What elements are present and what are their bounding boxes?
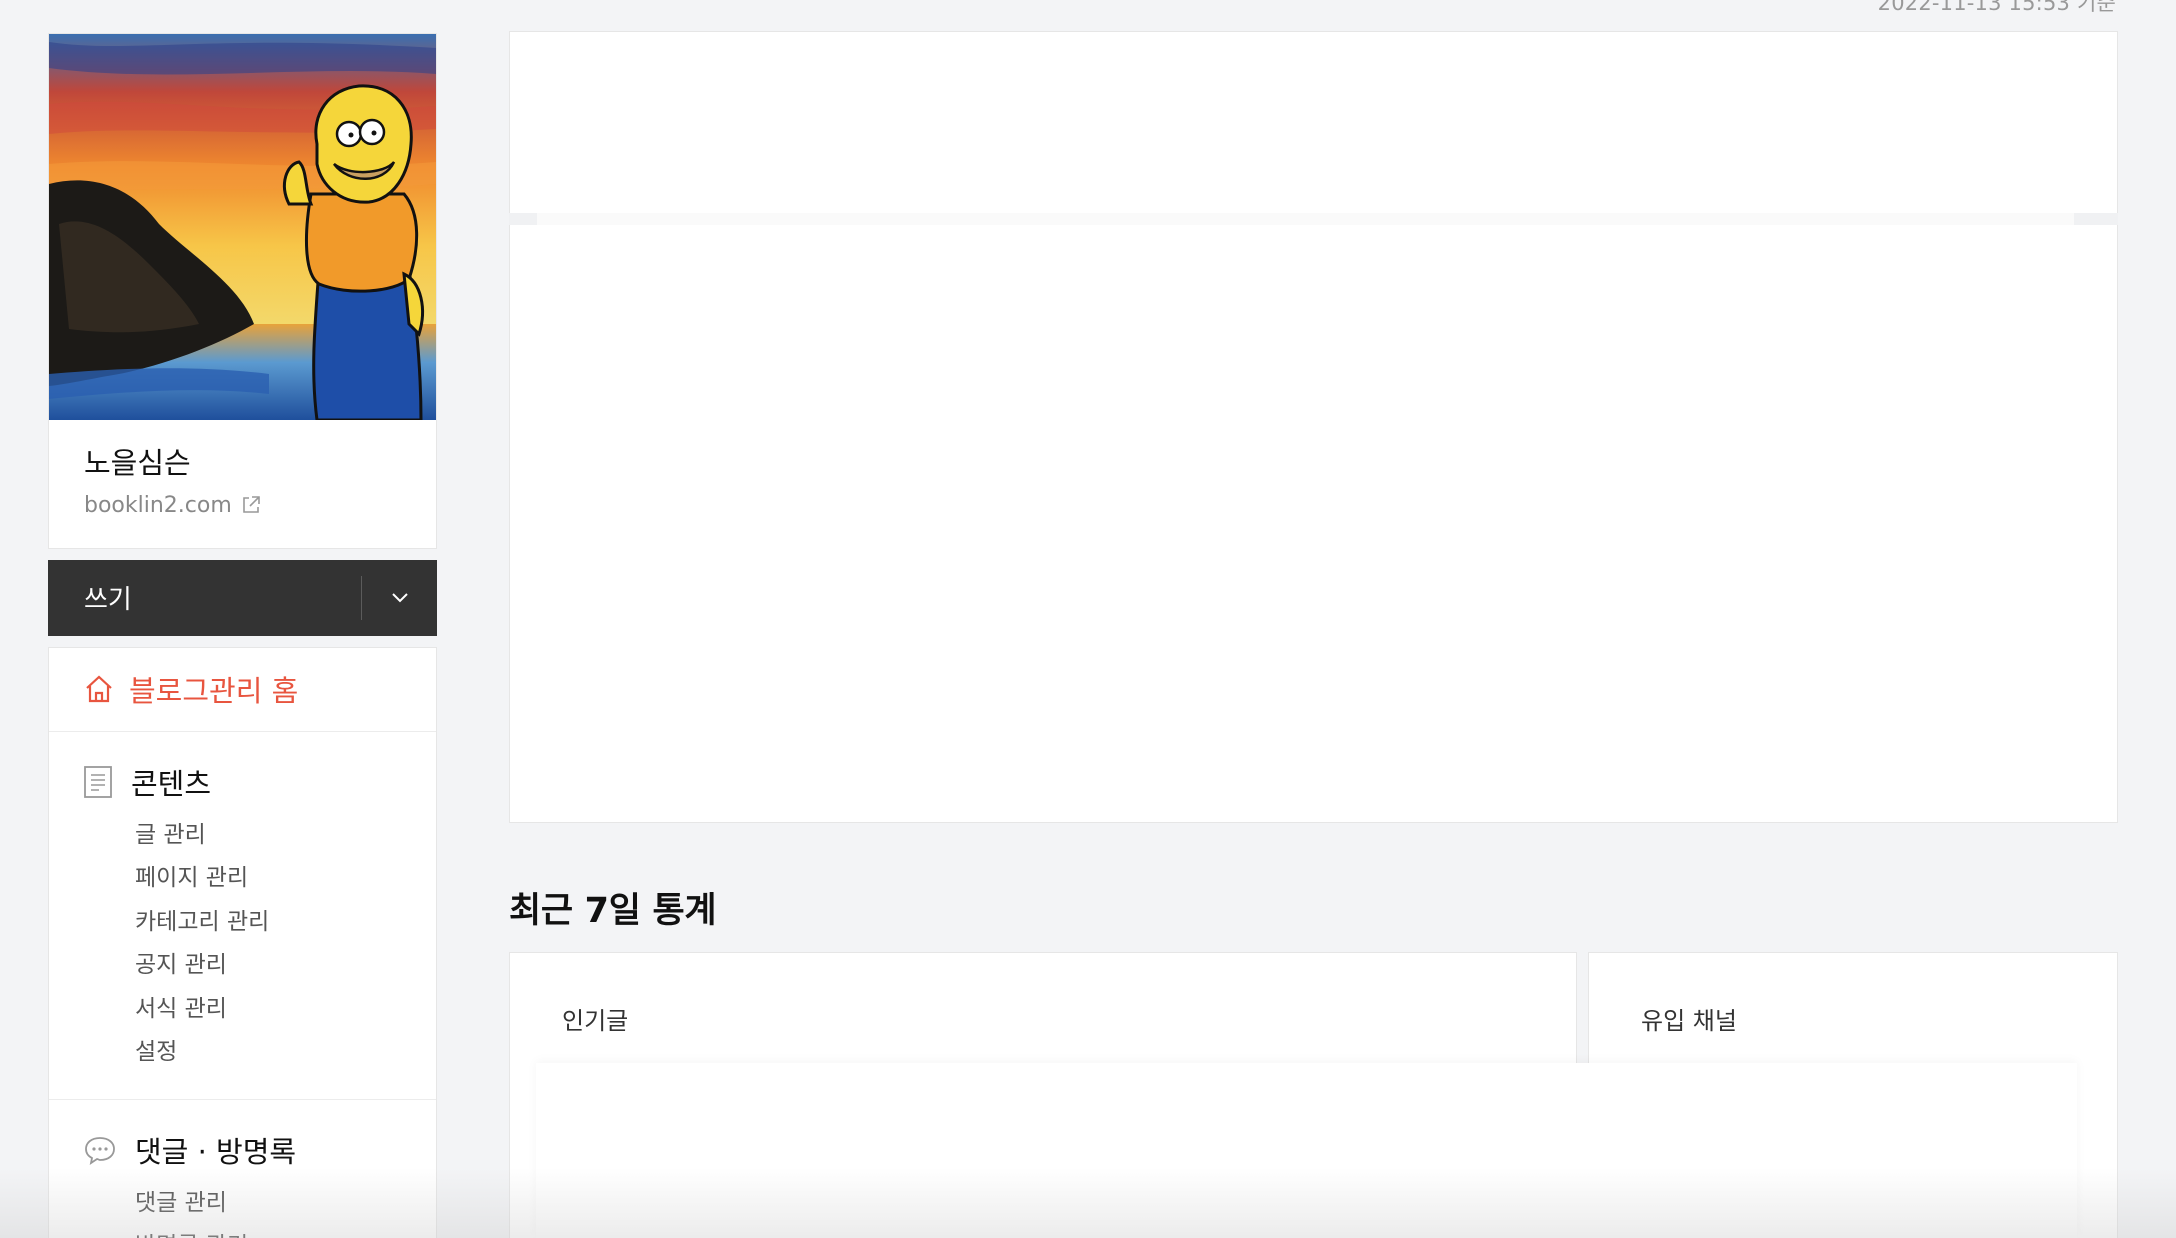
menu-section-comments-title[interactable]: 댓글 · 방명록 — [135, 1129, 296, 1171]
menu-section-comments: 댓글 · 방명록 댓글 관리 방명록 관리 — [49, 1100, 436, 1238]
write-button[interactable]: 쓰기 — [48, 579, 361, 616]
stats-section-title: 최근 7일 통계 — [509, 891, 717, 931]
main-content — [509, 31, 2118, 823]
profile-image[interactable] — [49, 34, 436, 420]
menu-home[interactable]: 블로그관리 홈 — [49, 648, 436, 732]
stats-content-panel — [536, 1063, 2077, 1238]
visitor-chart-divider — [509, 213, 2118, 225]
document-icon — [84, 765, 112, 798]
visitor-chart-card — [509, 225, 2118, 823]
menu-section-content-head[interactable]: 콘텐츠 — [83, 760, 436, 804]
speech-bubble-icon — [85, 1136, 115, 1165]
visitor-chart-card-top — [509, 31, 2118, 213]
menu-section-comments-head[interactable]: 댓글 · 방명록 — [83, 1128, 436, 1172]
blog-admin-dashboard: 2022-11-13 15:53 기준 노을심슨 booklin2.com 쓰기… — [0, 0, 2176, 1238]
menu-item-pages[interactable]: 페이지 관리 — [135, 857, 436, 901]
blog-url[interactable]: booklin2.com — [84, 493, 232, 518]
external-link-icon[interactable] — [240, 494, 262, 516]
write-options-toggle[interactable] — [362, 560, 437, 636]
sidebar: 노을심슨 booklin2.com 쓰기 블로그관리 홈 콘텐츠 글 관리 페이… — [48, 33, 437, 1238]
menu-section-content: 콘텐츠 글 관리 페이지 관리 카테고리 관리 공지 관리 서식 관리 설정 — [49, 732, 436, 1100]
menu-content-list: 글 관리 페이지 관리 카테고리 관리 공지 관리 서식 관리 설정 — [83, 814, 436, 1075]
menu-item-notices[interactable]: 공지 관리 — [135, 944, 436, 988]
stats-timestamp: 2022-11-13 15:53 기준 — [1877, 0, 2116, 15]
menu-item-categories[interactable]: 카테고리 관리 — [135, 901, 436, 945]
menu-item-guestbook[interactable]: 방명록 관리 — [135, 1225, 436, 1238]
blog-url-link[interactable]: booklin2.com — [84, 493, 401, 518]
menu-section-content-title[interactable]: 콘텐츠 — [131, 761, 211, 803]
write-bar: 쓰기 — [48, 559, 437, 636]
traffic-channel-title: 유입 채널 — [1641, 1007, 1737, 1035]
menu-item-comments[interactable]: 댓글 관리 — [135, 1182, 436, 1226]
menu-item-posts[interactable]: 글 관리 — [135, 814, 436, 858]
home-icon — [86, 675, 112, 703]
menu-item-settings[interactable]: 설정 — [135, 1031, 436, 1075]
profile-info: 노을심슨 booklin2.com — [49, 420, 436, 548]
blog-name: 노을심슨 — [84, 446, 191, 480]
chevron-down-icon — [391, 593, 408, 603]
popular-posts-title: 인기글 — [562, 1007, 629, 1035]
menu-item-templates[interactable]: 서식 관리 — [135, 988, 436, 1032]
admin-menu: 블로그관리 홈 콘텐츠 글 관리 페이지 관리 카테고리 관리 공지 관리 서식… — [48, 646, 437, 1238]
menu-comments-list: 댓글 관리 방명록 관리 — [83, 1182, 436, 1238]
profile-card: 노을심슨 booklin2.com — [48, 33, 437, 549]
menu-home-label[interactable]: 블로그관리 홈 — [129, 668, 298, 710]
